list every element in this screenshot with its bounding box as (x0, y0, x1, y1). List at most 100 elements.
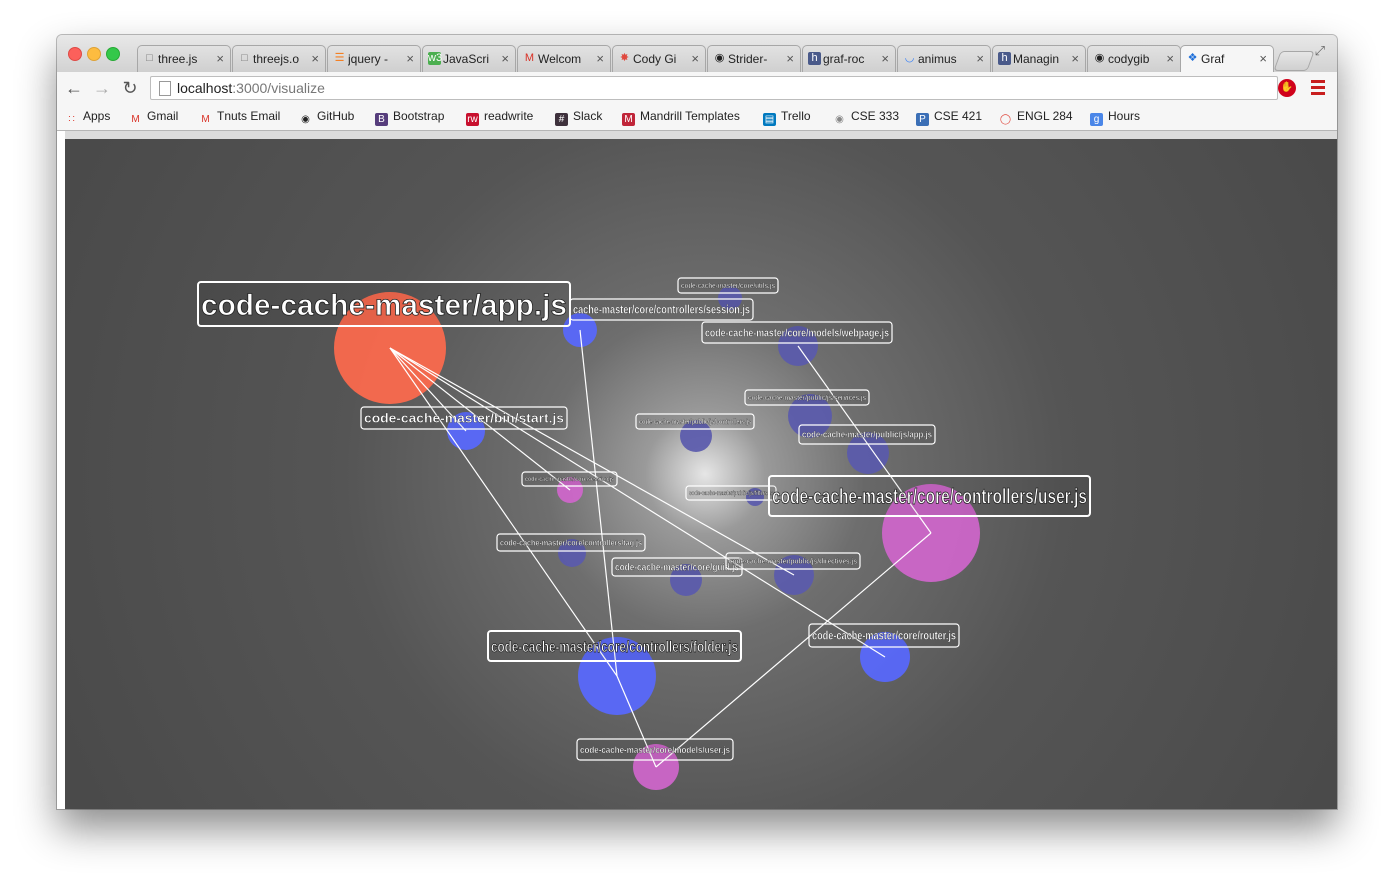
reload-button[interactable]: ↻ (119, 78, 141, 99)
close-tab-icon[interactable]: × (691, 46, 699, 72)
label-guid[interactable]: code-cache-master/core/guid.js (611, 557, 743, 577)
tab-2[interactable]: □ threejs.o × (232, 45, 326, 72)
close-tab-icon[interactable]: × (596, 46, 604, 72)
readwrite-icon: rw (466, 113, 479, 126)
close-tab-icon[interactable]: × (786, 46, 794, 72)
tab-label: Strider- (728, 52, 768, 66)
label-directives[interactable]: code-cache-master/public/js/directives.j… (725, 552, 861, 570)
close-tab-icon[interactable]: × (976, 46, 984, 72)
close-window-button[interactable] (68, 47, 82, 61)
label-pubcontrollers[interactable]: code-cache-master/public/js/controllers.… (635, 413, 755, 430)
minimize-window-button[interactable] (87, 47, 101, 61)
bookmark-cse-333[interactable]: ◉ CSE 333 (833, 109, 899, 126)
page-icon: □ (241, 52, 248, 64)
tab-11[interactable]: ◉ codygib × (1087, 45, 1181, 72)
tab-10[interactable]: h Managin × (992, 45, 1086, 72)
label-usermodel[interactable]: code-cache-master/core/models/user.js (576, 738, 734, 761)
bookmark-engl-284[interactable]: ◯ ENGL 284 (999, 109, 1073, 126)
tab-9[interactable]: ◡ animus × (897, 45, 991, 72)
tab-8[interactable]: h graf-roc × (802, 45, 896, 72)
tab-label: Graf (1201, 52, 1225, 66)
tab-label: jquery - (348, 52, 389, 66)
label-folder[interactable]: code-cache-master/core/controllers/folde… (487, 630, 742, 662)
tab-label: JavaScri (443, 52, 490, 66)
label-user[interactable]: code-cache-master/core/controllers/user.… (768, 475, 1091, 517)
bookmark-label: Trello (781, 109, 811, 123)
forward-button[interactable]: → (91, 78, 113, 99)
p-icon: P (916, 113, 929, 126)
tab-label: Cody Gi (633, 52, 677, 66)
tab-label: three.js (158, 52, 198, 66)
bookmark-hours[interactable]: g Hours (1090, 109, 1140, 126)
address-bar[interactable]: localhost:3000/visualize ☆ (150, 76, 1278, 100)
tab-7[interactable]: ◉ Strider- × (707, 45, 801, 72)
label-pubapp[interactable]: code-cache-master/public/js/app.js (798, 424, 936, 445)
address-url: localhost:3000/visualize (177, 80, 325, 96)
label-session[interactable]: cache-master/core/controllers/session.js (569, 298, 754, 321)
bookmark-readwrite[interactable]: rw readwrite (466, 109, 533, 126)
bookmark-gmail[interactable]: M Gmail (129, 109, 178, 126)
label-text: code-cache-master/public/js/app.js (802, 430, 932, 440)
label-text: code-cache-master/core/models/user.js (580, 745, 730, 756)
page-icon (159, 81, 171, 96)
label-text: code-cache-master/public/js/filters.js (689, 491, 774, 497)
label-text: code-cache-master/public/js/controllers.… (639, 419, 751, 426)
tab-label: threejs.o (253, 52, 300, 66)
close-tab-icon[interactable]: × (406, 46, 414, 72)
label-utils[interactable]: code-cache-master/core/utils.js (677, 277, 779, 294)
browser-window: □ three.js × □ threejs.o × ☰ jquery - × w3 JavaScr… (57, 35, 1337, 809)
bookmark-mandrill-templates[interactable]: M Mandrill Templates (622, 109, 740, 126)
label-services[interactable]: code-cache-master/public/js/services.js (744, 389, 870, 406)
label-start[interactable]: code-cache-master/bin/start.js (360, 406, 568, 430)
close-tab-icon[interactable]: × (501, 46, 509, 72)
fullscreen-icon[interactable]: ⤢ (1315, 43, 1325, 59)
bookmarks-bar: ∷ Apps M Gmail M Tnuts Email ◉ GitHub B Bootstrap… (57, 106, 1337, 131)
close-tab-icon[interactable]: × (311, 46, 319, 72)
menu-icon[interactable] (1311, 80, 1325, 98)
bookmark-label: Apps (83, 109, 111, 123)
bookmark-github[interactable]: ◉ GitHub (299, 109, 354, 126)
mandrill-icon: M (622, 113, 635, 126)
tab-4[interactable]: w3 JavaScri × (422, 45, 516, 72)
gmail-icon: M (131, 114, 140, 125)
tab-5[interactable]: M Welcom × (517, 45, 611, 72)
tab-label: graf-roc (823, 52, 865, 66)
bookmark-label: GitHub (317, 109, 355, 123)
label-router[interactable]: code-cache-master/core/router.js (808, 623, 960, 648)
tab-label: Managin (1013, 52, 1060, 66)
bookmark-trello[interactable]: ▤ Trello (763, 109, 811, 126)
bookmark-label: CSE 421 (934, 109, 983, 123)
bookmark-cse-421[interactable]: P CSE 421 (916, 109, 982, 126)
trello-icon: ▤ (763, 113, 776, 126)
label-text: code-cache-master/core/controllers/tag.j… (500, 538, 642, 547)
back-button[interactable]: ← (63, 78, 85, 99)
bookmark-bootstrap[interactable]: B Bootstrap (375, 109, 444, 126)
maximize-window-button[interactable] (106, 47, 120, 61)
label-webpage[interactable]: code-cache-master/core/models/webpage.js (701, 321, 893, 344)
tab-6[interactable]: ✸ Cody Gi × (612, 45, 706, 72)
label-session2[interactable]: code-cache-master/core/session.js (521, 471, 618, 487)
close-tab-icon[interactable]: × (881, 46, 889, 72)
close-tab-icon[interactable]: × (1071, 46, 1079, 72)
dependency-graph[interactable]: code-cache-master/app.js cache-master/cor… (65, 139, 1337, 809)
label-text: code-cache-master/core/controllers/user.… (772, 486, 1087, 509)
gmail-icon: M (524, 52, 535, 64)
bookmark-slack[interactable]: # Slack (555, 109, 602, 126)
visualization-canvas[interactable]: code-cache-master/app.js cache-master/cor… (65, 139, 1337, 809)
page-margin (57, 131, 65, 809)
tab-12[interactable]: ❖ Graf × (1180, 45, 1274, 73)
tab-1[interactable]: □ three.js × (137, 45, 231, 72)
label-app[interactable]: code-cache-master/app.js (197, 281, 571, 327)
label-filters[interactable]: code-cache-master/public/js/filters.js (685, 485, 777, 501)
new-tab-button[interactable] (1273, 51, 1315, 71)
bookmark-apps[interactable]: ∷ Apps (65, 109, 110, 126)
close-tab-icon[interactable]: × (216, 46, 224, 72)
bookmark-tnuts-email[interactable]: M Tnuts Email (199, 109, 280, 126)
label-tag[interactable]: code-cache-master/core/controllers/tag.j… (496, 533, 646, 552)
close-tab-icon[interactable]: × (1166, 46, 1174, 72)
adblock-icon[interactable]: ✋ (1278, 79, 1296, 97)
label-text: code-cache-master/core/guid.js (615, 563, 739, 574)
close-tab-icon[interactable]: × (1259, 46, 1267, 72)
tab-3[interactable]: ☰ jquery - × (327, 45, 421, 72)
bookmark-label: Slack (573, 109, 603, 123)
